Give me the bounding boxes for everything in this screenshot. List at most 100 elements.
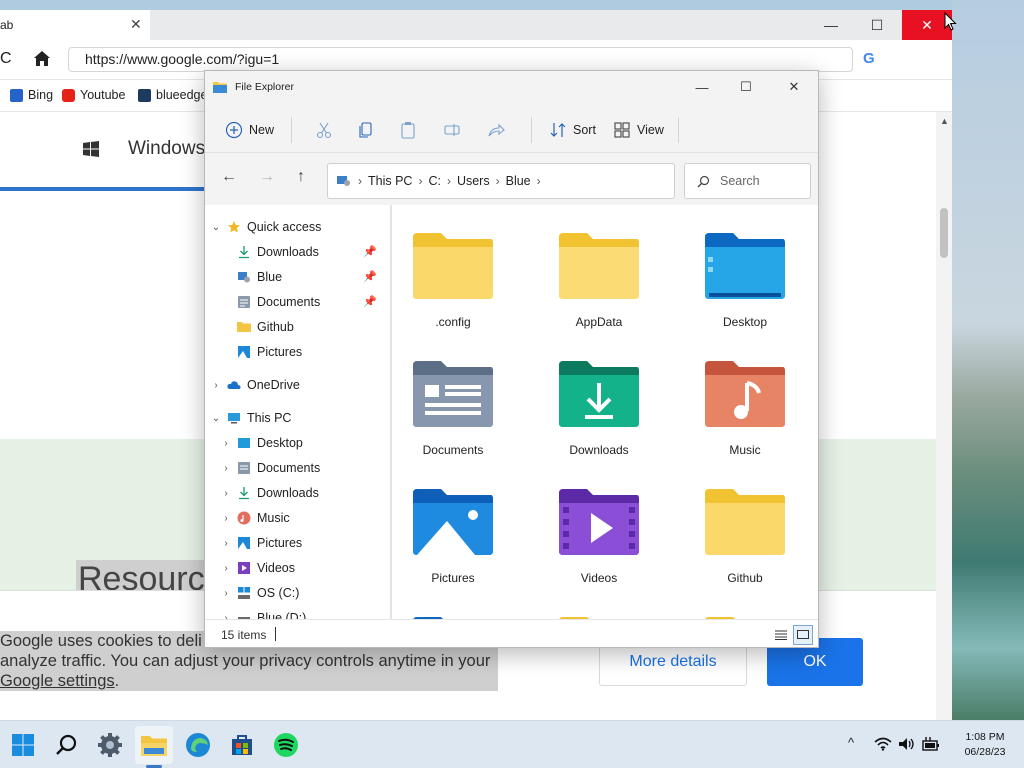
reload-icon[interactable]: C	[0, 50, 12, 68]
sidebar-item-pictures[interactable]: Pictures	[237, 341, 302, 363]
back-arrow-icon[interactable]: ←	[221, 168, 237, 186]
google-profile-icon[interactable]: G	[863, 50, 875, 67]
page-scrollbar[interactable]: ▲	[936, 112, 952, 720]
sidebar-item-pc-pictures[interactable]: › Pictures	[221, 532, 302, 554]
pin-icon[interactable]: 📌	[363, 270, 377, 283]
chevron-down-icon[interactable]: ⌄	[211, 413, 221, 424]
start-button[interactable]	[4, 726, 42, 764]
browser-maximize-button[interactable]: ☐	[854, 10, 900, 40]
bookmark-blueedge[interactable]: blueedge	[138, 88, 207, 102]
store-taskbar-button[interactable]	[223, 726, 261, 764]
chevron-right-icon[interactable]: ›	[221, 438, 231, 449]
spotify-taskbar-button[interactable]	[267, 726, 305, 764]
forward-arrow-icon[interactable]: →	[259, 168, 275, 186]
chevron-right-icon[interactable]: ›	[221, 588, 231, 599]
explorer-minimize-button[interactable]: —	[679, 75, 725, 99]
chevron-right-icon[interactable]: ›	[221, 538, 231, 549]
file-explorer-taskbar-button[interactable]	[135, 726, 173, 764]
chevron-right-icon[interactable]: ›	[211, 380, 221, 391]
edge-taskbar-button[interactable]	[179, 726, 217, 764]
bookmark-bing[interactable]: Bing	[10, 88, 53, 102]
tray-overflow-chevron-icon[interactable]: ^	[848, 735, 854, 750]
settings-taskbar-button[interactable]	[91, 726, 129, 764]
share-button[interactable]	[487, 107, 505, 153]
paste-button[interactable]	[399, 107, 417, 153]
clock-time: 1:08 PM	[965, 731, 1005, 743]
sidebar-item-pc-downloads[interactable]: › Downloads	[221, 482, 319, 504]
folder-tile-config[interactable]: .config	[393, 219, 513, 339]
volume-icon[interactable]	[898, 737, 916, 751]
folder-tile-music[interactable]: Music	[685, 347, 805, 467]
sort-button[interactable]: Sort	[549, 107, 596, 153]
folder-tile-pictures[interactable]: Pictures	[393, 475, 513, 595]
copy-button[interactable]	[357, 107, 375, 153]
folder-icon	[413, 233, 493, 299]
pin-icon[interactable]: 📌	[363, 295, 377, 308]
sidebar-item-this-pc[interactable]: ⌄ This PC	[211, 407, 292, 429]
explorer-titlebar[interactable]: File Explorer — ☐ ✕	[205, 71, 818, 103]
battery-plugged-icon[interactable]	[922, 736, 940, 752]
sidebar-item-pc-documents[interactable]: › Documents	[221, 457, 320, 479]
sidebar-item-pc-videos[interactable]: › Videos	[221, 557, 295, 579]
chevron-right-icon[interactable]: ›	[221, 463, 231, 474]
sidebar-item-os-drive[interactable]: › OS (C:)	[221, 582, 299, 604]
folder-tile-videos[interactable]: Videos	[539, 475, 659, 595]
large-icons-view-button[interactable]	[793, 625, 813, 645]
folder-tile-desktop[interactable]: Desktop	[685, 219, 805, 339]
sidebar-item-downloads[interactable]: Downloads	[237, 241, 319, 263]
browser-tab[interactable]: ab ✕	[0, 10, 150, 40]
rename-button[interactable]	[443, 107, 461, 153]
page-nav-title[interactable]: Windows	[128, 138, 205, 160]
scroll-up-icon[interactable]: ▲	[940, 116, 949, 126]
chevron-right-icon[interactable]: ›	[221, 563, 231, 574]
details-view-button[interactable]	[771, 625, 791, 645]
explorer-maximize-button[interactable]: ☐	[723, 75, 769, 99]
address-bar[interactable]: https://www.google.com/?igu=1	[68, 47, 853, 72]
sidebar-item-quick-access[interactable]: ⌄ Quick access	[211, 216, 322, 238]
chevron-right-icon[interactable]: ›	[221, 513, 231, 524]
folder-tile-github[interactable]: Github	[685, 475, 805, 595]
folder-label: Documents	[422, 443, 484, 457]
sidebar-item-pc-desktop[interactable]: › Desktop	[221, 432, 303, 454]
sidebar-item-pc-music[interactable]: › Music	[221, 507, 289, 529]
folder-tile-documents[interactable]: Documents	[393, 347, 513, 467]
home-icon[interactable]	[32, 49, 52, 69]
cut-button[interactable]	[315, 107, 333, 153]
scroll-thumb[interactable]	[940, 208, 948, 258]
breadcrumb-users[interactable]: Users	[457, 174, 490, 188]
star-icon	[228, 221, 240, 233]
folder-tile-partial[interactable]	[685, 603, 805, 619]
up-arrow-icon[interactable]: ↑	[297, 168, 305, 186]
explorer-search-box[interactable]: Search	[684, 163, 811, 199]
folder-tile-partial[interactable]	[539, 603, 659, 619]
breadcrumb-c[interactable]: C:	[428, 174, 441, 188]
sidebar-item-blue-drive[interactable]: › Blue (D:)	[221, 607, 306, 619]
folder-tile-appdata[interactable]: AppData	[539, 219, 659, 339]
chevron-right-icon[interactable]: ›	[221, 488, 231, 499]
explorer-close-button[interactable]: ✕	[771, 75, 817, 99]
browser-minimize-button[interactable]: —	[808, 10, 854, 40]
wifi-icon[interactable]	[874, 737, 892, 751]
breadcrumb-blue[interactable]: Blue	[506, 174, 531, 188]
folder-tile-downloads[interactable]: Downloads	[539, 347, 659, 467]
pin-icon[interactable]: 📌	[363, 245, 377, 258]
breadcrumb-this-pc[interactable]: This PC	[368, 174, 412, 188]
pane-splitter[interactable]	[390, 205, 392, 619]
view-button[interactable]: View	[613, 107, 664, 153]
google-settings-link[interactable]: Google settings	[0, 672, 115, 690]
sidebar-item-documents[interactable]: Documents	[237, 291, 320, 313]
bookmark-youtube[interactable]: Youtube	[62, 88, 125, 102]
status-bar: 15 items	[205, 619, 818, 647]
new-button[interactable]: New	[225, 107, 274, 153]
search-button[interactable]	[48, 726, 86, 764]
chevron-down-icon[interactable]: ⌄	[211, 222, 221, 233]
sidebar-label: OS (C:)	[257, 586, 300, 600]
sidebar-item-onedrive[interactable]: › OneDrive	[211, 374, 299, 396]
folder-tile-partial[interactable]	[393, 603, 513, 619]
sidebar-item-github[interactable]: Github	[237, 316, 294, 338]
tab-close-icon[interactable]: ✕	[130, 16, 142, 33]
explorer-address-bar[interactable]: › This PC › C: › Users › Blue ›	[327, 163, 675, 199]
chevron-right-icon[interactable]: ›	[537, 174, 541, 188]
system-clock[interactable]: 1:08 PM 06/28/23	[950, 730, 1020, 760]
sidebar-item-blue[interactable]: Blue	[237, 266, 282, 288]
